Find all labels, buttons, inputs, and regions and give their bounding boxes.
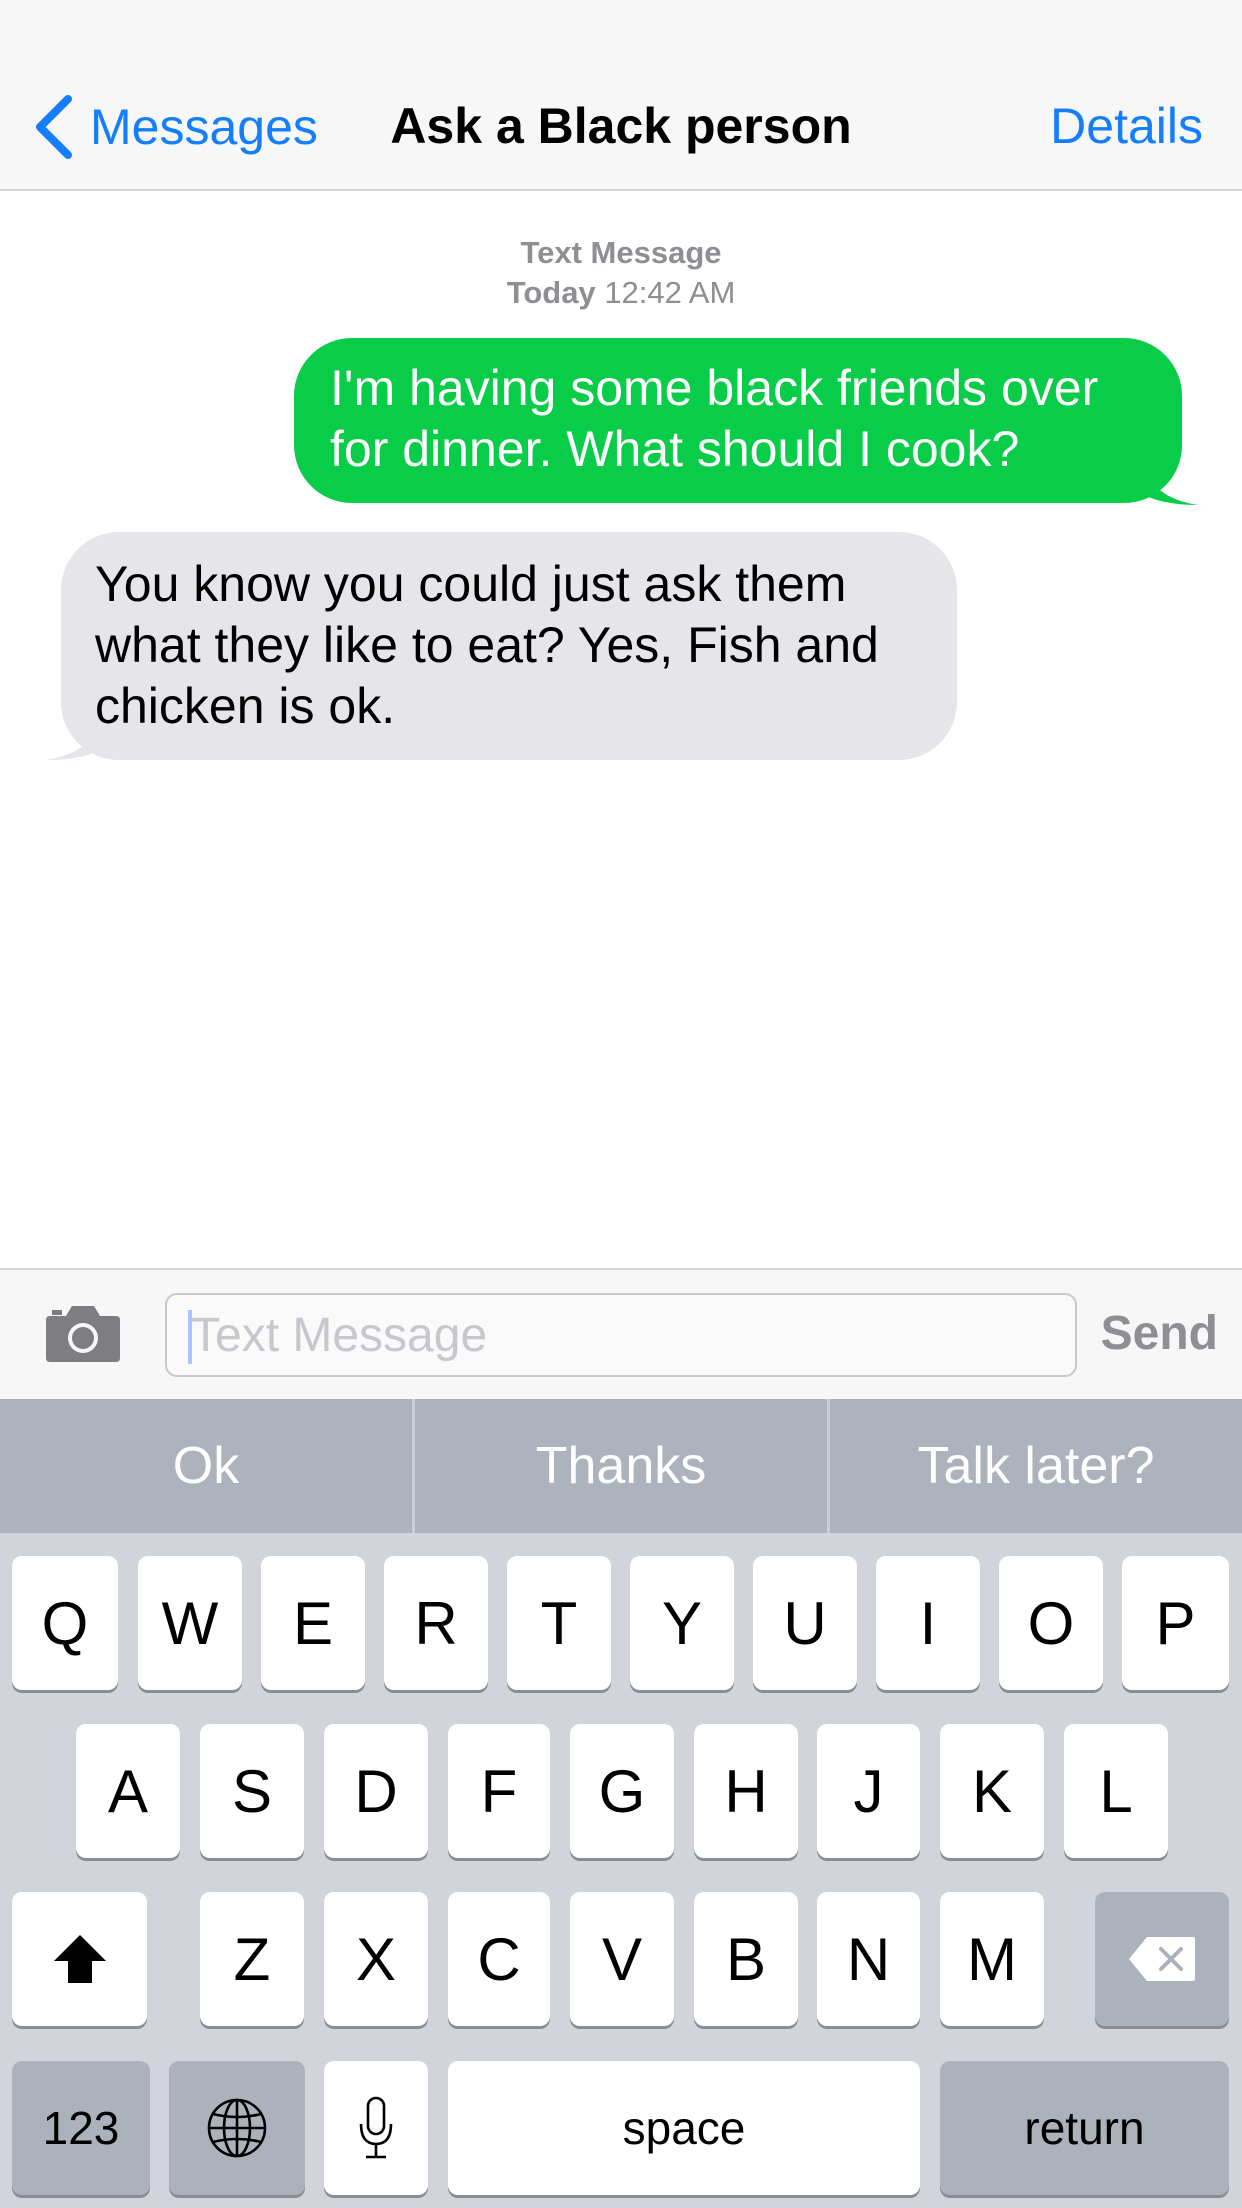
prediction-talk-later[interactable]: Talk later? [830, 1399, 1242, 1533]
delete-key[interactable] [1095, 1892, 1229, 2026]
details-button[interactable]: Details [1050, 97, 1203, 155]
key-w[interactable]: W [138, 1556, 242, 1690]
globe-icon [207, 2098, 267, 2158]
prediction-thanks[interactable]: Thanks [415, 1399, 827, 1533]
key-i[interactable]: I [876, 1556, 980, 1690]
key-g[interactable]: G [570, 1724, 674, 1858]
message-input-bar: Send [0, 1268, 1242, 1399]
keyboard: Q W E R T Y U I O P A S D F G H J K L Z … [0, 1533, 1242, 2208]
key-j[interactable]: J [817, 1724, 920, 1858]
dictation-key[interactable] [324, 2061, 428, 2195]
microphone-icon [359, 2096, 393, 2159]
key-q[interactable]: Q [12, 1556, 118, 1690]
shift-icon [53, 1935, 106, 1983]
key-b[interactable]: B [694, 1892, 798, 2026]
outgoing-message-bubble[interactable]: I'm having some black friends over for d… [294, 338, 1182, 503]
thread-timestamp: Text Message Today 12:42 AM [0, 233, 1242, 313]
incoming-message-text: You know you could just ask them what th… [95, 556, 879, 734]
key-t[interactable]: T [507, 1556, 611, 1690]
key-x[interactable]: X [324, 1892, 428, 2026]
key-z[interactable]: Z [200, 1892, 304, 2026]
prediction-ok[interactable]: Ok [0, 1399, 412, 1533]
day-label: Today [506, 275, 596, 310]
time-label: 12:42 AM [604, 275, 736, 310]
outgoing-message-text: I'm having some black friends over for d… [330, 360, 1099, 477]
key-u[interactable]: U [753, 1556, 857, 1690]
send-button[interactable]: Send [1101, 1306, 1218, 1361]
navigation-bar: Messages Ask a Black person Details [0, 0, 1242, 191]
key-p[interactable]: P [1122, 1556, 1229, 1690]
key-a[interactable]: A [76, 1724, 180, 1858]
predictive-text-bar: Ok Thanks Talk later? [0, 1399, 1242, 1533]
message-input[interactable] [165, 1293, 1077, 1377]
key-y[interactable]: Y [630, 1556, 734, 1690]
key-d[interactable]: D [324, 1724, 428, 1858]
return-key[interactable]: return [940, 2061, 1229, 2195]
key-l[interactable]: L [1064, 1724, 1168, 1858]
delete-icon [1129, 1937, 1195, 1981]
service-label: Text Message [520, 235, 722, 270]
camera-icon[interactable] [44, 1302, 122, 1364]
key-v[interactable]: V [570, 1892, 674, 2026]
key-o[interactable]: O [999, 1556, 1103, 1690]
key-s[interactable]: S [200, 1724, 304, 1858]
key-m[interactable]: M [940, 1892, 1044, 2026]
key-n[interactable]: N [817, 1892, 920, 2026]
key-f[interactable]: F [448, 1724, 550, 1858]
globe-key[interactable] [169, 2061, 305, 2195]
key-h[interactable]: H [694, 1724, 798, 1858]
numbers-key[interactable]: 123 [12, 2061, 150, 2195]
key-k[interactable]: K [940, 1724, 1044, 1858]
space-key[interactable]: space [448, 2061, 920, 2195]
key-c[interactable]: C [448, 1892, 550, 2026]
incoming-message-bubble[interactable]: You know you could just ask them what th… [61, 532, 957, 760]
shift-key[interactable] [12, 1892, 147, 2026]
key-r[interactable]: R [384, 1556, 488, 1690]
text-cursor [188, 1310, 192, 1364]
key-e[interactable]: E [261, 1556, 365, 1690]
